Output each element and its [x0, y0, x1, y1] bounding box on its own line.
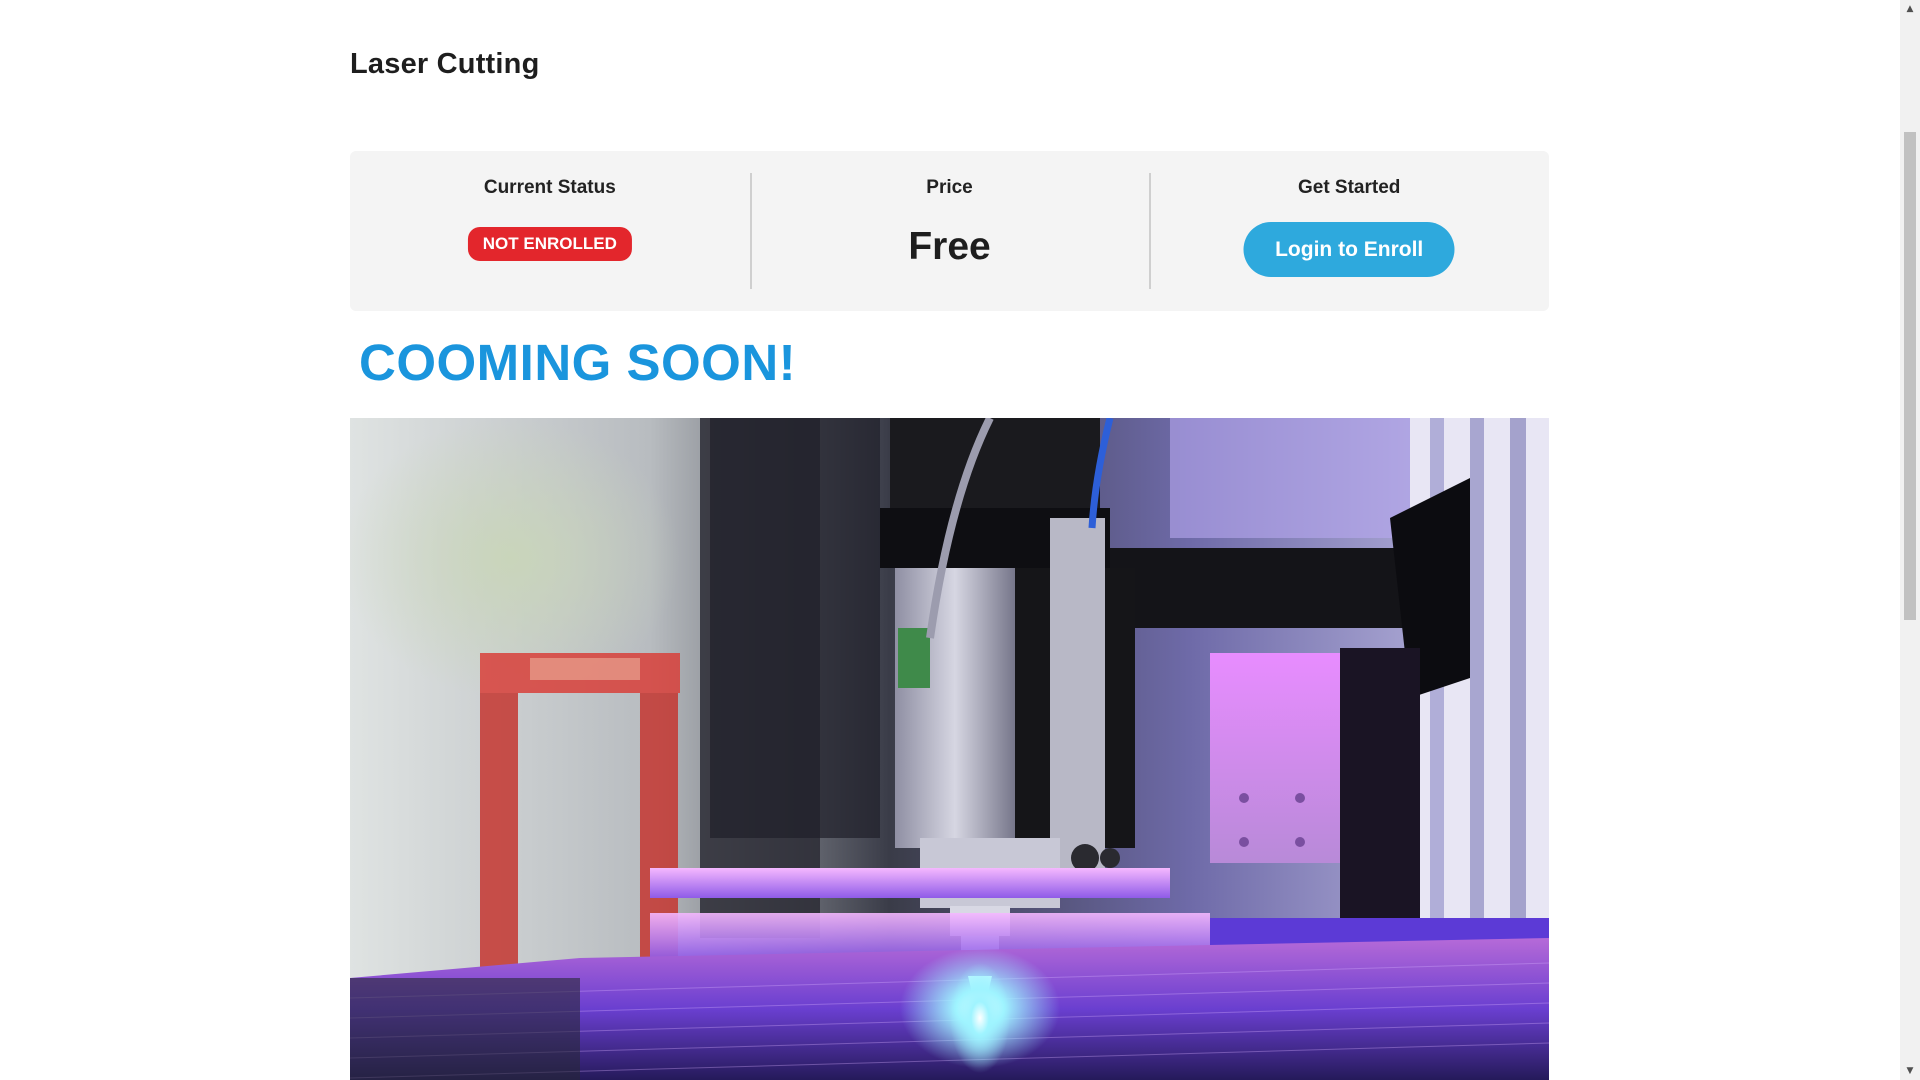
enrollment-status-badge: NOT ENROLLED — [467, 227, 632, 261]
course-title: Laser Cutting — [350, 48, 540, 80]
price-value: Free — [908, 225, 991, 268]
chevron-down-icon[interactable]: ▼ — [1900, 1062, 1920, 1080]
course-page: Laser Cutting Current Status NOT ENROLLE… — [0, 0, 1920, 1080]
laser-cutter-illustration — [350, 418, 1549, 1080]
login-to-enroll-button[interactable]: Login to Enroll — [1243, 222, 1455, 277]
price-heading: Price — [926, 177, 973, 198]
scrollbar-thumb[interactable] — [1904, 132, 1916, 620]
coming-soon-heading: COOMING SOON! — [359, 334, 797, 391]
page-scrollbar[interactable]: ▲ ▼ — [1900, 0, 1920, 1080]
course-hero-image — [350, 418, 1549, 1080]
status-column: Current Status NOT ENROLLED — [350, 151, 750, 311]
course-info-panel: Current Status NOT ENROLLED Price Free G… — [350, 151, 1549, 311]
chevron-up-icon[interactable]: ▲ — [1900, 0, 1920, 18]
status-heading: Current Status — [483, 177, 616, 198]
get-started-heading: Get Started — [1297, 177, 1401, 198]
get-started-column: Get Started Login to Enroll — [1149, 151, 1549, 311]
price-column: Price Free — [749, 151, 1150, 311]
